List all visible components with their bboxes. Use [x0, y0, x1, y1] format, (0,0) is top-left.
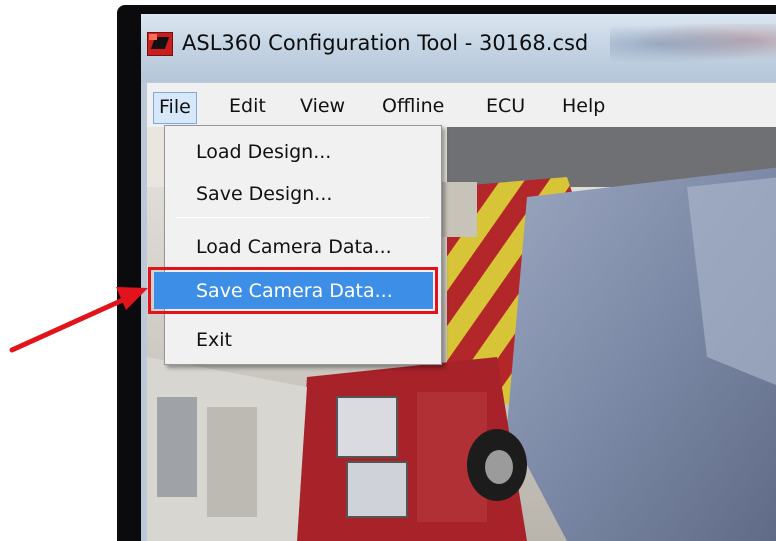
screenshot-stage: ASL360 Configuration Tool - 30168.csd Fi…: [0, 0, 776, 541]
annotation-arrow-icon: [9, 287, 148, 353]
